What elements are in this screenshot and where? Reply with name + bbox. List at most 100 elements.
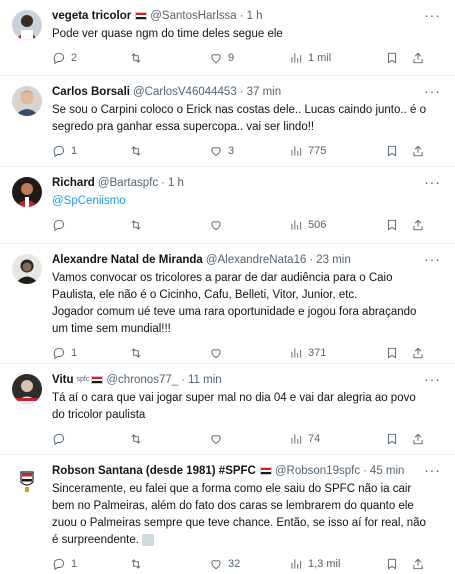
- like-button[interactable]: 9: [209, 51, 289, 65]
- author-handle[interactable]: @CarlosV46044453: [133, 84, 237, 100]
- timestamp[interactable]: 1 h: [168, 175, 184, 191]
- author-name[interactable]: vegeta tricolor: [52, 8, 131, 24]
- views-button[interactable]: 1 mil: [289, 51, 385, 65]
- bookmark-button[interactable]: [385, 51, 411, 65]
- like-button[interactable]: 3: [209, 144, 289, 158]
- author-handle[interactable]: @Robson19spfc: [275, 463, 360, 479]
- timestamp[interactable]: 37 min: [247, 84, 282, 100]
- retweet-icon: [131, 434, 141, 444]
- separator-dot: ·: [161, 177, 165, 189]
- author-handle[interactable]: @chronos77_: [106, 372, 178, 388]
- bookmark-icon: [388, 52, 396, 64]
- views-button[interactable]: 1,3 mil: [289, 557, 385, 571]
- retweet-icon: [131, 53, 141, 63]
- like-button[interactable]: [209, 432, 289, 446]
- timestamp[interactable]: 11 min: [188, 372, 222, 388]
- bookmark-button[interactable]: [385, 346, 411, 360]
- brazil-flag-icon: [91, 376, 104, 384]
- author-handle[interactable]: @Bartaspfc: [98, 175, 158, 191]
- tweet-actions: 74: [52, 424, 445, 454]
- share-button[interactable]: [411, 144, 431, 158]
- like-count: 3: [228, 145, 235, 157]
- more-icon[interactable]: ···: [424, 463, 441, 477]
- views-icon: [291, 434, 302, 444]
- separator-dot: ·: [363, 465, 367, 477]
- share-button[interactable]: [411, 218, 431, 232]
- avatar[interactable]: [12, 10, 42, 40]
- bookmark-button[interactable]: [385, 218, 411, 232]
- retweet-button[interactable]: [129, 557, 209, 571]
- like-count: 32: [228, 558, 241, 570]
- timestamp[interactable]: 1 h: [247, 8, 263, 24]
- like-button[interactable]: [209, 346, 289, 360]
- share-button[interactable]: [411, 346, 431, 360]
- reply-button[interactable]: 1: [52, 346, 129, 360]
- author-handle[interactable]: @SantosHarlssa: [150, 8, 236, 24]
- bookmark-button[interactable]: [385, 432, 411, 446]
- tweet[interactable]: Richard @Bartaspfc · 1 h ··· @SpCeniismo…: [0, 167, 455, 244]
- avatar[interactable]: [12, 374, 42, 404]
- reply-button[interactable]: [52, 218, 129, 232]
- like-button[interactable]: [209, 218, 289, 232]
- author-name[interactable]: Carlos Borsali: [52, 84, 130, 100]
- more-icon[interactable]: ···: [424, 372, 441, 386]
- tweet-actions: 1 3 775: [52, 136, 445, 166]
- views-button[interactable]: 775: [289, 144, 385, 158]
- author-name[interactable]: Richard: [52, 175, 95, 191]
- reply-button[interactable]: [52, 432, 129, 446]
- person-emoji-icon: [142, 533, 155, 546]
- reply-button[interactable]: 2: [52, 51, 129, 65]
- tweet[interactable]: Carlos Borsali @CarlosV46044453 · 37 min…: [0, 76, 455, 167]
- more-icon[interactable]: ···: [424, 84, 441, 98]
- more-icon[interactable]: ···: [424, 175, 441, 189]
- name-superscript: spfc: [76, 376, 90, 383]
- reply-button[interactable]: 1: [52, 557, 129, 571]
- separator-dot: ·: [309, 254, 314, 266]
- views-button[interactable]: 74: [289, 432, 385, 446]
- bookmark-button[interactable]: [385, 144, 411, 158]
- avatar[interactable]: [12, 86, 42, 116]
- tweet[interactable]: Vitu spfc @chronos77_ · 11 min ··· Tá aí…: [0, 364, 455, 455]
- heart-icon: [211, 349, 221, 359]
- retweet-button[interactable]: [129, 51, 209, 65]
- share-button[interactable]: [411, 557, 431, 571]
- author-name[interactable]: Alexandre Natal de Miranda: [52, 252, 203, 268]
- views-button[interactable]: 371: [289, 346, 385, 360]
- view-count: 74: [308, 433, 321, 445]
- author-name[interactable]: Vitu: [52, 372, 74, 388]
- timestamp[interactable]: 23 min: [316, 252, 351, 268]
- mention-link[interactable]: @SpCeniismo: [52, 193, 445, 210]
- author-handle[interactable]: @AlexandreNata16: [206, 252, 307, 268]
- reply-icon: [53, 145, 65, 158]
- retweet-icon: [131, 559, 141, 569]
- avatar[interactable]: [12, 177, 42, 207]
- retweet-button[interactable]: [129, 144, 209, 158]
- tweet-actions: 506: [52, 210, 445, 240]
- share-button[interactable]: [411, 432, 431, 446]
- avatar[interactable]: [12, 465, 42, 495]
- share-button[interactable]: [411, 51, 431, 65]
- avatar[interactable]: [12, 254, 42, 284]
- more-icon[interactable]: ···: [424, 8, 441, 22]
- retweet-button[interactable]: [129, 346, 209, 360]
- timestamp[interactable]: 45 min: [370, 463, 405, 479]
- reply-icon: [53, 52, 65, 65]
- author-name[interactable]: Robson Santana (desde 1981) #SPFC: [52, 463, 256, 479]
- tweet[interactable]: Robson Santana (desde 1981) #SPFC @Robso…: [0, 455, 455, 574]
- heart-icon: [211, 435, 221, 445]
- bookmark-icon: [388, 145, 396, 157]
- like-button[interactable]: 32: [209, 557, 289, 571]
- retweet-button[interactable]: [129, 432, 209, 446]
- share-icon: [413, 433, 423, 445]
- tweet[interactable]: Alexandre Natal de Miranda @AlexandreNat…: [0, 244, 455, 364]
- view-count: 1 mil: [308, 52, 332, 64]
- tweet-actions: 2 9 1 mil: [52, 43, 445, 73]
- bookmark-button[interactable]: [385, 557, 411, 571]
- retweet-button[interactable]: [129, 218, 209, 232]
- tweet[interactable]: vegeta tricolor @SantosHarlssa · 1 h ···…: [0, 0, 455, 76]
- more-icon[interactable]: ···: [424, 252, 441, 266]
- reply-button[interactable]: 1: [52, 144, 129, 158]
- views-button[interactable]: 506: [289, 218, 385, 232]
- reply-feed: vegeta tricolor @SantosHarlssa · 1 h ···…: [0, 0, 455, 574]
- view-count: 506: [308, 219, 327, 231]
